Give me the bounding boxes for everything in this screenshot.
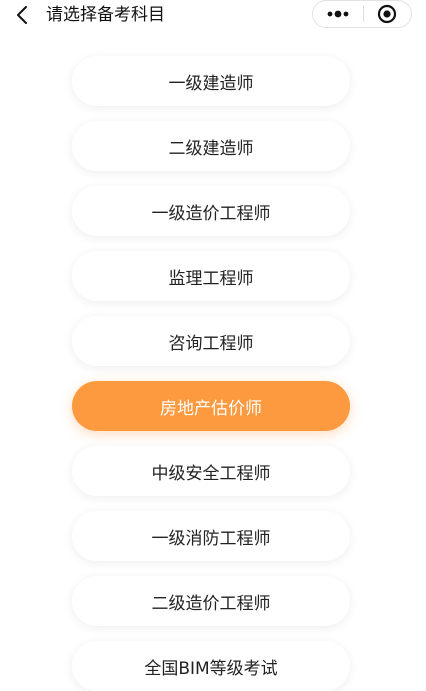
subject-option[interactable]: 二级造价工程师	[72, 576, 350, 626]
nav-bar: 请选择备考科目	[0, 0, 426, 30]
close-miniprogram-button[interactable]	[364, 1, 411, 27]
more-dots-icon	[327, 10, 349, 18]
more-button[interactable]	[313, 1, 363, 27]
target-circle-icon	[377, 4, 397, 24]
subject-option[interactable]: 咨询工程师	[72, 316, 350, 366]
subject-list: 一级建造师 二级建造师 一级造价工程师 监理工程师 咨询工程师 房地产估价师 中…	[0, 0, 426, 691]
back-button[interactable]	[10, 2, 36, 28]
subject-option[interactable]: 二级建造师	[72, 121, 350, 171]
subject-option[interactable]: 全国BIM等级考试	[72, 641, 350, 691]
subject-option[interactable]: 监理工程师	[72, 251, 350, 301]
subject-option-selected[interactable]: 房地产估价师	[72, 381, 350, 431]
subject-option[interactable]: 一级消防工程师	[72, 511, 350, 561]
subject-option[interactable]: 一级造价工程师	[72, 186, 350, 236]
subject-option[interactable]: 一级建造师	[72, 56, 350, 106]
page-title: 请选择备考科目	[46, 5, 165, 25]
capsule-menu	[312, 0, 412, 28]
subject-option[interactable]: 中级安全工程师	[72, 446, 350, 496]
chevron-left-icon	[17, 6, 27, 24]
